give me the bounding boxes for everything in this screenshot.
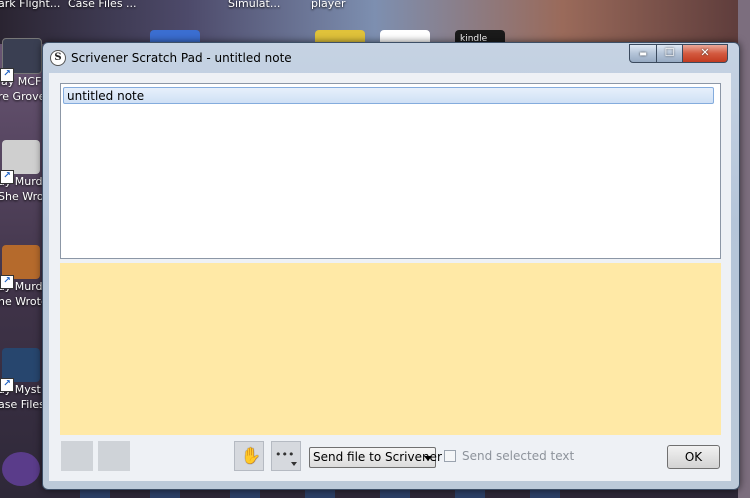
notes-list[interactable]: untitled note [60, 83, 721, 259]
maximize-icon: ☐ [664, 46, 675, 59]
ok-button[interactable]: OK [667, 445, 720, 469]
send-file-dropdown[interactable]: Send file to Scrivener [309, 447, 442, 468]
desktop-label[interactable]: Case Files ... [68, 0, 137, 10]
scratch-pad-window[interactable]: S Scrivener Scratch Pad - untitled note … [42, 42, 740, 490]
shortcut-arrow-icon: ↗ [0, 68, 14, 82]
desktop-shortcut-murder-1[interactable]: ↗ ay Murd She Wrot [0, 140, 48, 204]
shortcut-arrow-icon: ↗ [0, 378, 14, 392]
shortcut-label: re Grove [0, 90, 46, 103]
shortcut-arrow-icon: ↗ [0, 170, 14, 184]
desktop-shortcut-murder-2[interactable]: ↗ ay Murd he Wrote [0, 245, 48, 309]
desktop-top-strip: ark Flight... Case Files ... Simulat... … [0, 0, 750, 46]
chevron-down-icon [291, 462, 297, 466]
title-bar[interactable]: S Scrivener Scratch Pad - untitled note … [43, 43, 739, 73]
shortcut-image [2, 245, 40, 279]
desktop-label[interactable]: player [311, 0, 346, 10]
scrivener-app-icon[interactable]: S [50, 50, 66, 66]
close-icon: ✕ [700, 46, 710, 59]
more-options-button[interactable]: ••• [271, 441, 301, 471]
desktop-label[interactable]: ark Flight... [0, 0, 60, 10]
send-selected-label[interactable]: Send selected text [462, 449, 574, 463]
more-icon: ••• [275, 448, 295, 461]
hand-icon: ✋ [241, 446, 261, 465]
send-file-label: Send file to Scrivener [313, 450, 442, 464]
list-item[interactable]: untitled note [63, 87, 714, 104]
window-title: Scrivener Scratch Pad - untitled note [71, 51, 292, 65]
desktop-shortcut-mcf-bottom[interactable] [0, 452, 42, 486]
note-editor[interactable] [60, 263, 721, 435]
window-client-area: untitled note ✋ ••• Send file to Scriven… [49, 73, 731, 481]
desktop-label[interactable]: Simulat... [228, 0, 280, 10]
shortcut-arrow-icon: ↗ [0, 275, 14, 289]
close-button[interactable]: ✕ [683, 44, 728, 63]
desktop-shortcut-mcf[interactable]: ↗ lay MCF re Grove [0, 38, 46, 104]
minimize-icon: ▬ [639, 49, 647, 58]
hand-tool-button[interactable]: ✋ [234, 441, 264, 471]
desktop-shortcut-mystery[interactable]: ↗ ay Myst ase Files [0, 348, 45, 412]
shortcut-image [2, 140, 40, 174]
shortcut-label: he Wrote [0, 295, 48, 308]
toolbar-placeholder-button[interactable] [61, 441, 93, 471]
shortcut-image [2, 348, 40, 382]
caption-buttons: ▬ ☐ ✕ [629, 44, 728, 63]
minimize-button[interactable]: ▬ [629, 44, 657, 63]
shortcut-label: She Wrot [0, 190, 48, 203]
toolbar-placeholder-button[interactable] [98, 441, 130, 471]
chevron-down-icon [424, 456, 432, 461]
maximize-button[interactable]: ☐ [657, 44, 683, 63]
shortcut-label: ase Files [0, 398, 45, 411]
shortcut-image [2, 452, 40, 486]
send-selected-checkbox[interactable] [444, 450, 456, 462]
bottom-toolbar: ✋ ••• Send file to Scrivener Send select… [49, 437, 731, 481]
